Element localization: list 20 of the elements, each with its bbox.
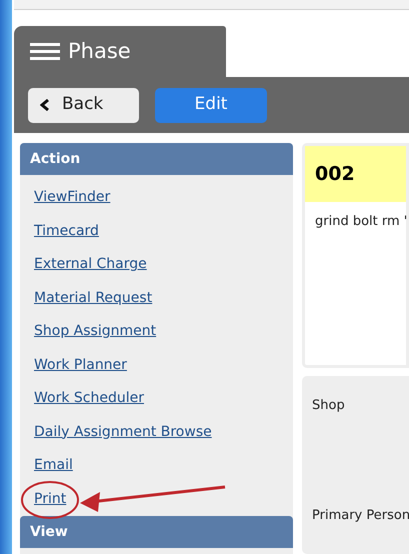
record-number: 002 [305, 146, 406, 202]
action-link[interactable]: Shop Assignment [34, 321, 156, 342]
back-button[interactable]: Back [28, 88, 139, 122]
record-description: grind bolt rm ' [314, 213, 406, 231]
menu-icon[interactable] [30, 42, 60, 60]
edit-button[interactable]: Edit [155, 88, 267, 122]
chevron-left-icon [40, 99, 50, 111]
field-label: Shop [312, 397, 346, 415]
action-link[interactable]: Email [34, 455, 73, 476]
action-link[interactable]: ViewFinder [34, 187, 110, 208]
action-link[interactable]: Material Request [34, 288, 152, 309]
field-label: Primary Person [312, 506, 409, 524]
section-header: Action [20, 143, 293, 175]
action-link[interactable]: Daily Assignment Browse [34, 422, 212, 443]
action-link[interactable]: External Charge [34, 254, 147, 276]
action-link[interactable]: Work Scheduler [34, 388, 144, 410]
section-header: View [20, 516, 293, 548]
action-link[interactable]: Timecard [34, 220, 99, 242]
page-title: Phase [68, 38, 131, 65]
action-link[interactable]: Work Planner [34, 354, 127, 376]
